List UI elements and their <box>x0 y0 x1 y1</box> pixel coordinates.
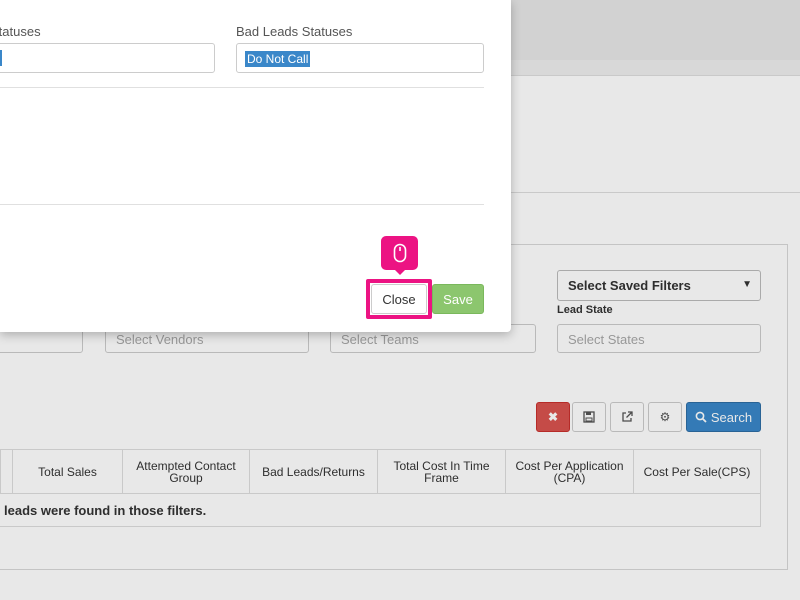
bad-leads-statuses-field[interactable]: Do Not Call <box>236 43 484 73</box>
modal-divider <box>0 204 484 205</box>
click-highlight <box>366 279 432 319</box>
bad-leads-statuses-label: Bad Leads Statuses <box>236 24 353 39</box>
click-marker <box>381 236 418 270</box>
statuses-label: Statuses <box>0 24 41 39</box>
selected-tag <box>0 50 2 66</box>
modal-divider <box>0 87 484 88</box>
click-marker-pointer <box>393 268 407 275</box>
mouse-icon <box>393 243 406 263</box>
selected-tag-do-not-call[interactable]: Do Not Call <box>245 51 311 67</box>
settings-modal: Statuses Bad Leads Statuses Do Not Call … <box>0 0 511 332</box>
save-button[interactable]: Save <box>432 284 484 314</box>
statuses-field[interactable] <box>0 43 215 73</box>
